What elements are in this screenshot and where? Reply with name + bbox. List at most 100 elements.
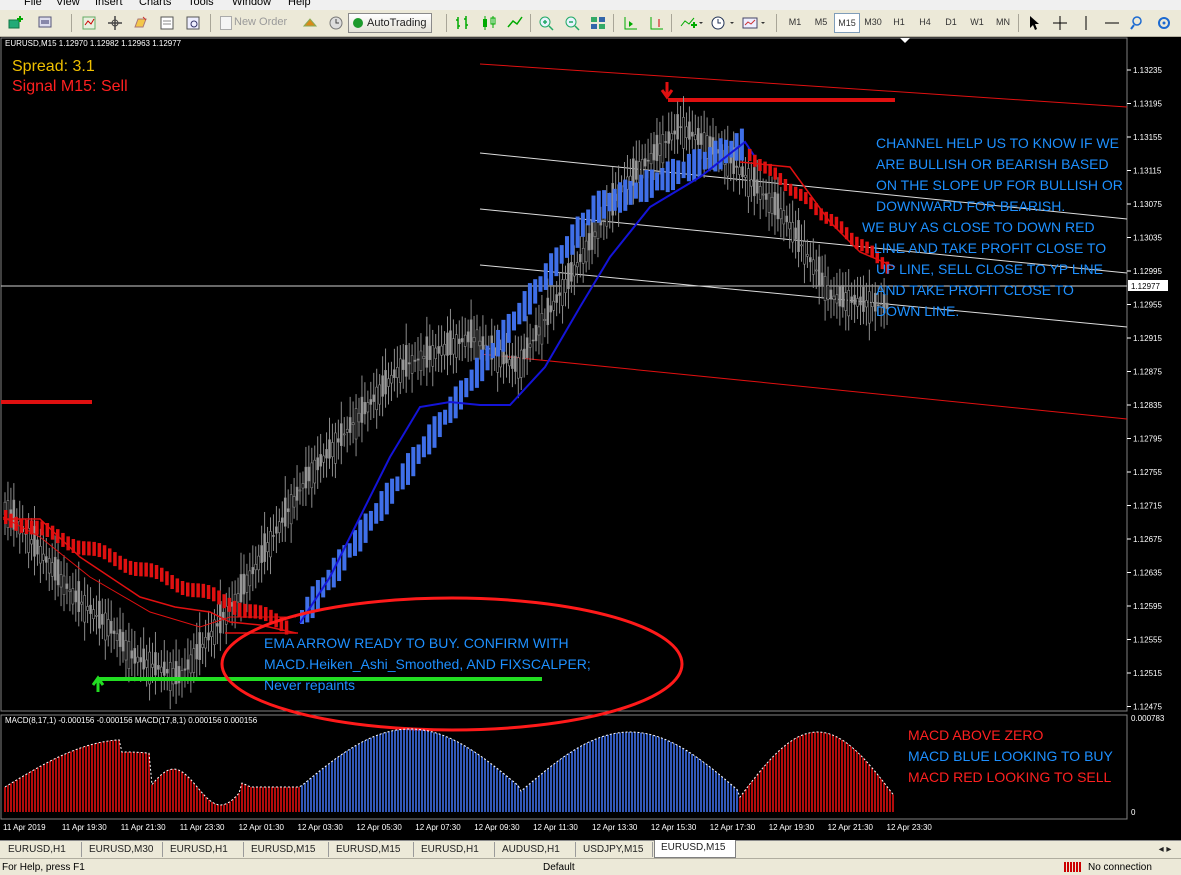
- vertical-line-icon[interactable]: [1076, 13, 1096, 33]
- candle-body: [369, 399, 373, 405]
- heiken-ashi-bar-bear: [201, 583, 206, 598]
- heiken-ashi-bar-bear: [212, 587, 216, 602]
- chart-tab[interactable]: EURUSD,M15: [330, 842, 414, 857]
- autotrading-button[interactable]: AutoTrading: [348, 13, 432, 33]
- periods-icon[interactable]: [708, 13, 736, 33]
- candle-body: [378, 384, 381, 405]
- heiken-ashi-bar-bear: [763, 161, 767, 174]
- note-buy-line: AND TAKE PROFIT CLOSE TO: [876, 282, 1074, 298]
- candle-body: [283, 497, 287, 527]
- menu-window[interactable]: Window: [232, 0, 271, 8]
- chart-window[interactable]: 1.13235 1.13195 1.13155 1.13115 1.13075 1.130…: [0, 37, 1181, 840]
- heiken-ashi-bar-bull: [671, 158, 675, 191]
- candle-body: [104, 612, 107, 641]
- candle-body: [455, 334, 458, 358]
- timeframe-m1[interactable]: M1: [782, 13, 808, 33]
- heiken-ashi-bar-bull: [543, 263, 548, 290]
- candle-body: [540, 313, 544, 345]
- price-label: 1.12795: [1133, 435, 1162, 444]
- heiken-ashi-bar-bull: [474, 357, 479, 388]
- new-chart-icon[interactable]: [6, 13, 26, 33]
- navigator-icon[interactable]: [105, 13, 125, 33]
- terminal-icon[interactable]: [131, 13, 151, 33]
- menu-view[interactable]: View: [56, 0, 80, 8]
- timeframe-w1[interactable]: W1: [964, 13, 990, 33]
- expert-icon[interactable]: [300, 13, 320, 33]
- heiken-ashi-bar-bear: [191, 583, 195, 598]
- profiles-icon[interactable]: [36, 13, 56, 33]
- candle-body: [213, 619, 216, 645]
- heiken-ashi-bar-bull: [628, 180, 633, 205]
- candle-body: [528, 343, 532, 348]
- menu-charts[interactable]: Charts: [139, 0, 171, 8]
- timeframe-d1[interactable]: D1: [938, 13, 964, 33]
- timeframe-mn[interactable]: MN: [990, 13, 1016, 33]
- market-watch-icon[interactable]: [79, 13, 99, 33]
- metaeditor-icon[interactable]: [183, 13, 203, 33]
- candle-body: [664, 141, 668, 143]
- heiken-ashi-bar-bull: [496, 329, 501, 357]
- menu-tools[interactable]: Tools: [188, 0, 214, 8]
- candle-body: [375, 386, 379, 411]
- candle-body: [316, 457, 320, 471]
- candlestick-icon[interactable]: [479, 13, 499, 33]
- new-order-button[interactable]: New Order: [218, 13, 287, 33]
- candle-body: [30, 539, 33, 545]
- price-label: 1.13195: [1133, 100, 1162, 109]
- candle-body: [384, 370, 387, 395]
- chart-tab[interactable]: EURUSD,H1: [2, 842, 82, 857]
- chart-tab-active[interactable]: EURUSD,M15: [654, 840, 736, 858]
- candle-body: [505, 354, 508, 364]
- candle-body: [404, 345, 408, 377]
- strategy-tester-icon[interactable]: [157, 13, 177, 33]
- menu-insert[interactable]: Insert: [95, 0, 123, 8]
- timeframe-h1[interactable]: H1: [886, 13, 912, 33]
- chart-tab[interactable]: EURUSD,M30: [83, 842, 163, 857]
- templates-icon[interactable]: [740, 13, 768, 33]
- candle-body: [298, 489, 302, 492]
- search-icon[interactable]: [1128, 13, 1148, 33]
- candle-body: [366, 402, 370, 413]
- candle-body: [328, 439, 331, 459]
- tile-icon[interactable]: [588, 13, 608, 33]
- candle-body: [47, 558, 51, 574]
- tab-scroll-arrows[interactable]: ◂ ▸: [1150, 842, 1180, 857]
- chart-tab[interactable]: USDJPY,M15: [577, 842, 653, 857]
- horizontal-line-icon[interactable]: [1102, 13, 1122, 33]
- timeframe-m15[interactable]: M15: [834, 13, 860, 33]
- crosshair-icon[interactable]: [1050, 13, 1070, 33]
- menu-help[interactable]: Help: [288, 0, 311, 8]
- line-chart-icon[interactable]: [505, 13, 525, 33]
- zoom-out-icon[interactable]: [562, 13, 582, 33]
- timeframe-m30[interactable]: M30: [860, 13, 886, 33]
- timeframe-h4[interactable]: H4: [912, 13, 938, 33]
- chart-shift-icon[interactable]: [646, 13, 666, 33]
- candle-body: [578, 253, 582, 263]
- menu-bar: File View Insert Charts Tools Window Hel…: [0, 0, 1181, 10]
- heiken-ashi-bar-bull: [469, 369, 474, 391]
- candle-body: [95, 615, 98, 617]
- heiken-ashi-bar-bull: [406, 453, 410, 485]
- candle-body: [425, 336, 429, 368]
- bar-chart-icon[interactable]: [453, 13, 473, 33]
- chart-tab[interactable]: EURUSD,H1: [415, 842, 495, 857]
- autoscroll-icon[interactable]: [620, 13, 640, 33]
- timeframe-m5[interactable]: M5: [808, 13, 834, 33]
- chart-tab[interactable]: AUDUSD,H1: [496, 842, 576, 857]
- indicators-icon[interactable]: [677, 13, 705, 33]
- chart-tab[interactable]: EURUSD,M15: [245, 842, 329, 857]
- heiken-ashi-bar-bull: [575, 216, 580, 248]
- candle-body: [575, 262, 579, 268]
- history-icon[interactable]: [326, 13, 346, 33]
- settings-icon[interactable]: [1154, 13, 1174, 33]
- candle-body: [307, 466, 311, 482]
- chart-tab[interactable]: EURUSD,H1: [164, 842, 244, 857]
- cursor-icon[interactable]: [1024, 13, 1044, 33]
- heiken-ashi-bar-bear: [154, 565, 159, 580]
- menu-file[interactable]: File: [24, 0, 42, 8]
- heiken-ashi-bar-bear: [264, 607, 268, 622]
- candle-body: [682, 117, 685, 149]
- zoom-in-icon[interactable]: [536, 13, 556, 33]
- candle-body: [401, 359, 405, 370]
- candle-body: [342, 433, 346, 436]
